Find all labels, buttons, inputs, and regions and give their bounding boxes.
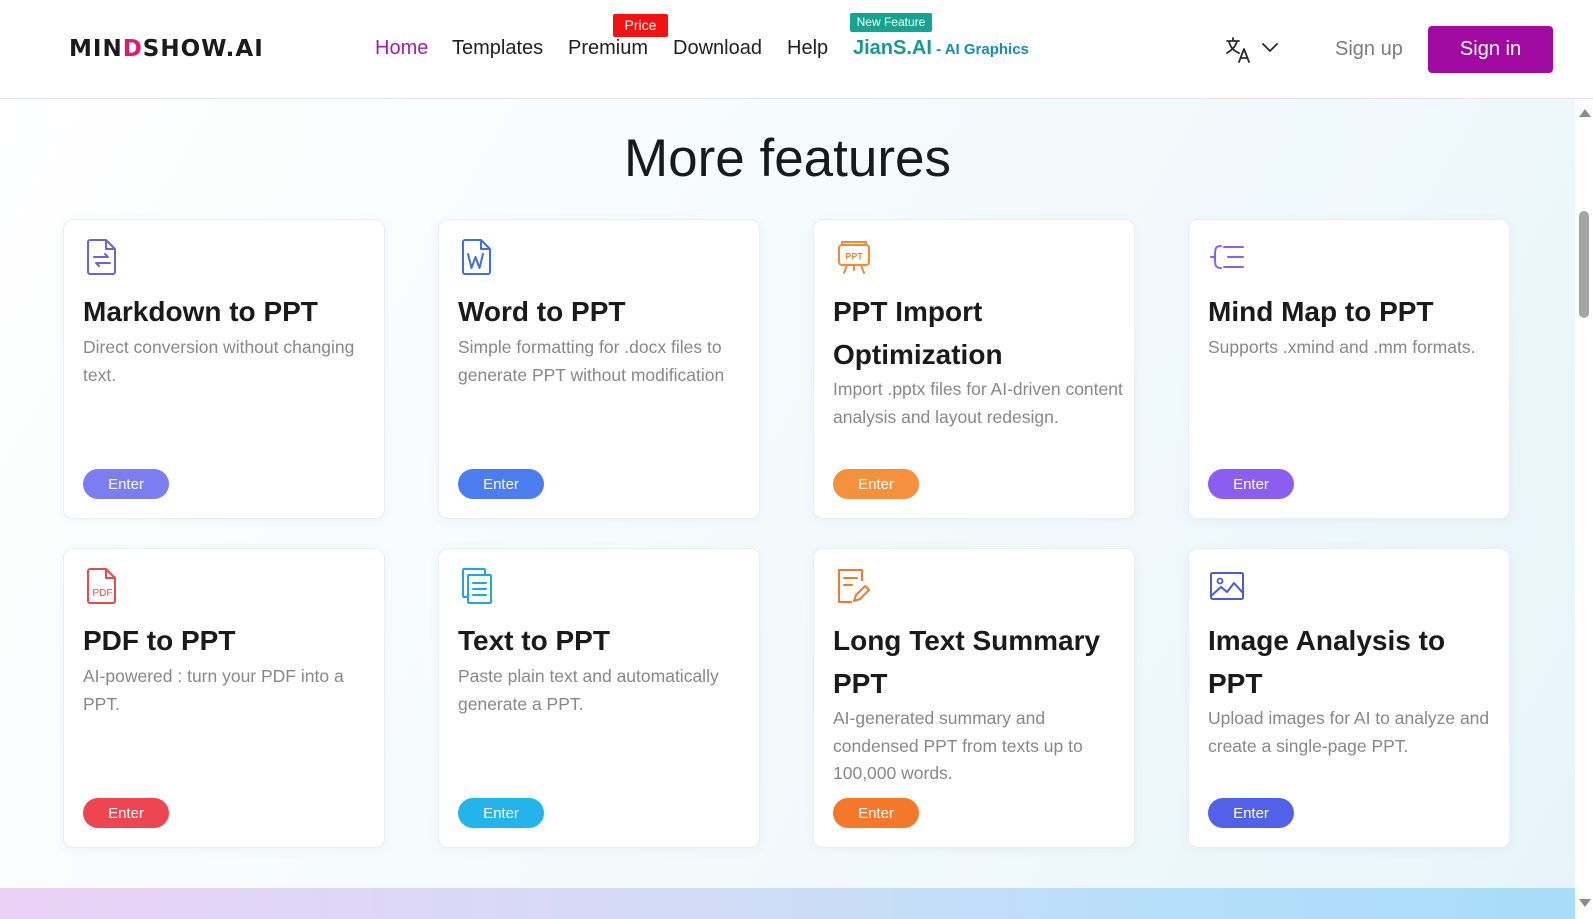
card-description: Upload images for AI to analyze and crea…: [1208, 708, 1490, 756]
enter-button[interactable]: Enter: [458, 798, 544, 828]
card-title: Image Analysis to PPT: [1208, 625, 1446, 699]
nav-premium[interactable]: Premium: [568, 37, 648, 60]
pdf-file-icon: PDF: [87, 568, 116, 604]
card-title: PPT Import Optimization: [833, 296, 1003, 370]
ppt-import-icon: PPT: [838, 241, 870, 274]
nav-help[interactable]: Help: [787, 37, 828, 60]
new-feature-badge: New Feature: [850, 13, 932, 32]
feature-card-pdf[interactable]: PDF PDF to PPT AI-powered : turn your PD…: [63, 548, 385, 848]
logo[interactable]: MINDSHOW.AI: [69, 36, 264, 62]
feature-card-text[interactable]: Text to PPT Paste plain text and automat…: [438, 548, 760, 848]
card-description: Direct conversion without changing text.: [83, 337, 355, 385]
feature-card-mind-map[interactable]: Mind Map to PPT Supports .xmind and .mm …: [1188, 219, 1510, 519]
card-title: PDF to PPT: [83, 625, 236, 656]
scroll-down-arrow-icon[interactable]: [1579, 899, 1591, 907]
card-title: Long Text Summary PPT: [833, 625, 1101, 699]
card-title: Word to PPT: [458, 296, 626, 327]
text-file-icon: [462, 568, 492, 604]
word-file-icon: [462, 239, 491, 275]
translate-icon: [1226, 37, 1250, 63]
scroll-thumb[interactable]: [1579, 211, 1589, 318]
card-title: Markdown to PPT: [83, 296, 318, 327]
card-description: Simple formatting for .docx files to gen…: [458, 337, 725, 385]
sign-in-button[interactable]: Sign in: [1428, 26, 1553, 73]
feature-card-long-text[interactable]: Long Text Summary PPT AI-generated summa…: [813, 548, 1135, 848]
card-title: Text to PPT: [458, 625, 610, 656]
language-selector[interactable]: [1225, 36, 1281, 64]
image-icon: [1210, 572, 1244, 600]
card-description: Import .pptx files for AI-driven content…: [833, 379, 1123, 427]
mind-map-icon: [1210, 245, 1244, 269]
svg-text:PPT: PPT: [845, 252, 863, 262]
feature-card-ppt-import[interactable]: PPT PPT Import Optimization Import .pptx…: [813, 219, 1135, 519]
top-nav-bar: MINDSHOW.AI Home Templates Premium Downl…: [0, 0, 1593, 99]
enter-button[interactable]: Enter: [83, 798, 169, 828]
long-text-icon: [838, 569, 870, 603]
scroll-up-arrow-icon[interactable]: [1579, 109, 1591, 117]
nav-templates[interactable]: Templates: [452, 37, 543, 60]
chevron-down-icon: [1262, 43, 1278, 53]
svg-text:PDF: PDF: [93, 588, 113, 599]
card-description: AI-generated summary and condensed PPT f…: [833, 708, 1083, 783]
enter-button[interactable]: Enter: [833, 798, 919, 828]
section-title: More features: [624, 129, 951, 188]
card-description: Paste plain text and automatically gener…: [458, 666, 719, 714]
enter-button[interactable]: Enter: [1208, 469, 1294, 499]
bottom-gradient-band: [0, 888, 1575, 919]
nav-home[interactable]: Home: [375, 37, 428, 60]
card-description: AI-powered : turn your PDF into a PPT.: [83, 666, 344, 714]
card-description: Supports .xmind and .mm formats.: [1208, 337, 1476, 357]
price-badge: Price: [613, 14, 668, 37]
vertical-scrollbar[interactable]: [1575, 99, 1593, 919]
enter-button[interactable]: Enter: [833, 469, 919, 499]
feature-card-word[interactable]: Word to PPT Simple formatting for .docx …: [438, 219, 760, 519]
nav-download[interactable]: Download: [673, 37, 762, 60]
feature-card-markdown[interactable]: Markdown to PPT Direct conversion withou…: [63, 219, 385, 519]
enter-button[interactable]: Enter: [83, 469, 169, 499]
enter-button[interactable]: Enter: [1208, 798, 1294, 828]
enter-button[interactable]: Enter: [458, 469, 544, 499]
card-title: Mind Map to PPT: [1208, 296, 1434, 327]
nav-jians-ai[interactable]: JianS.AI - AI Graphics: [853, 37, 1029, 60]
markdown-file-icon: [87, 239, 116, 275]
sign-up-link[interactable]: Sign up: [1335, 38, 1403, 61]
feature-card-image-analysis[interactable]: Image Analysis to PPT Upload images for …: [1188, 548, 1510, 848]
